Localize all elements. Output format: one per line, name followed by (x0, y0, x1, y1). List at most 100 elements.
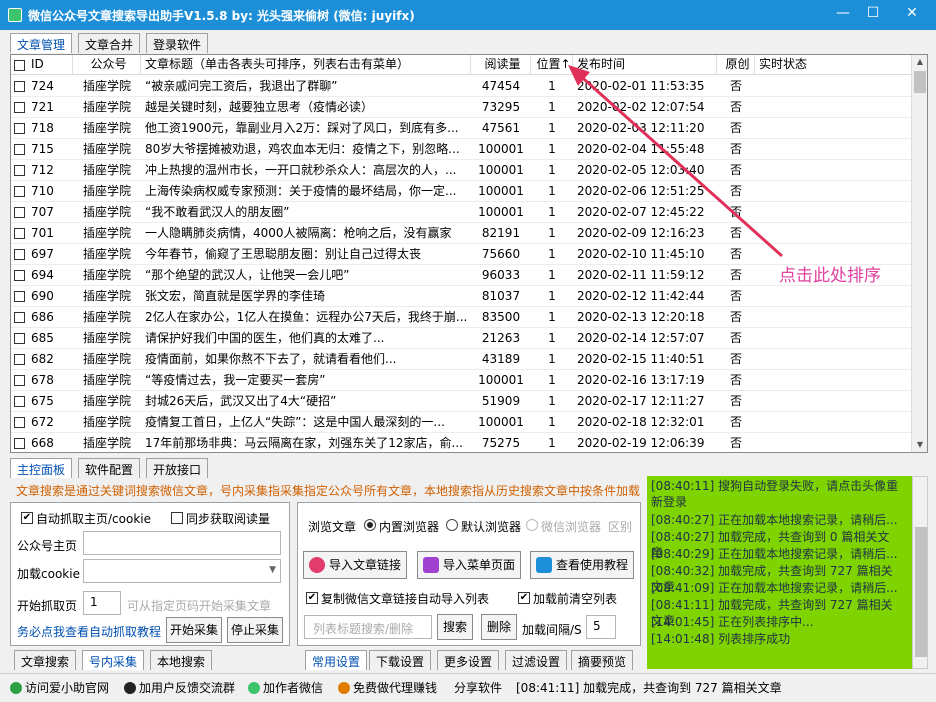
maximize-button[interactable]: ☐ (858, 0, 888, 28)
feedback-group-link[interactable]: 加用户反馈交流群 (124, 679, 235, 697)
table-row[interactable]: 690 插座学院 张文宏，简直就是医学界的李佳琦 81037 1 2020-02-12 1… (11, 286, 915, 307)
cell-time: 2020-02-18 12:32:01 (577, 415, 705, 429)
auto-import-checkbox[interactable]: ✔ (306, 592, 318, 604)
clear-before-checkbox[interactable]: ✔ (518, 592, 530, 604)
row-checkbox[interactable] (14, 102, 25, 113)
tab-download-settings[interactable]: 下载设置 (369, 650, 432, 670)
agent-link[interactable]: 免费做代理赚钱 (338, 679, 437, 697)
interval-input[interactable]: 5 (586, 615, 616, 639)
row-checkbox[interactable] (14, 207, 25, 218)
row-checkbox[interactable] (14, 228, 25, 239)
import-link-button[interactable]: 导入文章链接 (303, 551, 407, 579)
table-row[interactable]: 682 插座学院 疫情面前，如果你熬不下去了，就请看看他们... 43189 1 2020… (11, 349, 915, 370)
stop-crawl-button[interactable]: 停止采集 (227, 617, 283, 643)
table-row[interactable]: 675 插座学院 封城26天后，武汉又出了4大“硬招” 51909 1 2020-02-1… (11, 391, 915, 412)
row-checkbox[interactable] (14, 144, 25, 155)
col-id[interactable]: ID (11, 55, 73, 75)
tab-filter-settings[interactable]: 过滤设置 (505, 650, 568, 670)
cell-account: 插座学院 (82, 373, 131, 387)
chevron-down-icon[interactable]: ▼ (269, 565, 276, 575)
close-button[interactable]: ✕ (893, 0, 931, 28)
tab-article-search[interactable]: 文章搜索 (14, 650, 77, 670)
tab-more-settings[interactable]: 更多设置 (437, 650, 500, 670)
start-page-input[interactable]: 1 (83, 591, 121, 615)
cell-time: 2020-02-13 12:20:18 (577, 310, 705, 324)
tab-login-software[interactable]: 登录软件 (146, 33, 209, 53)
tab-software-config[interactable]: 软件配置 (78, 458, 141, 478)
row-checkbox[interactable] (14, 249, 25, 260)
wechat-browser-radio[interactable] (526, 519, 538, 531)
add-wechat-link[interactable]: 加作者微信 (248, 679, 323, 697)
tab-summary-preview[interactable]: 摘要预览 (571, 650, 634, 670)
row-checkbox[interactable] (14, 354, 25, 365)
log-scroll-thumb[interactable] (915, 527, 927, 657)
table-row[interactable]: 685 插座学院 请保护好我们中国的医生，他们真的太难了... 21263 1 2020-… (11, 328, 915, 349)
row-checkbox[interactable] (14, 375, 25, 386)
homepage-label: 公众号主页 (17, 539, 78, 553)
search-button[interactable]: 搜索 (437, 614, 473, 640)
tab-open-api[interactable]: 开放接口 (146, 458, 209, 478)
tutorial-button[interactable]: 查看使用教程 (530, 551, 634, 579)
tab-account-crawl[interactable]: 号内采集 (82, 650, 145, 670)
tab-local-search[interactable]: 本地搜索 (150, 650, 213, 670)
row-checkbox[interactable] (14, 270, 25, 281)
row-checkbox[interactable] (14, 165, 25, 176)
scroll-down-icon[interactable]: ▼ (912, 438, 927, 452)
log-scrollbar[interactable] (912, 476, 928, 669)
cell-time: 2020-02-12 11:42:44 (577, 289, 705, 303)
select-all-checkbox[interactable] (14, 60, 25, 71)
row-checkbox[interactable] (14, 333, 25, 344)
share-link[interactable]: 分享软件 (454, 679, 502, 697)
official-site-link[interactable]: 访问爱小助官网 (10, 679, 109, 697)
table-row[interactable]: 672 插座学院 疫情复工首日，上亿人“失踪”：这是中国人最深刻的一... 10000… (11, 412, 915, 433)
list-search-input[interactable]: 列表标题搜索/删除 (304, 615, 432, 639)
cell-title: “我不敢看武汉人的朋友圈” (145, 205, 290, 219)
minimize-button[interactable]: — (828, 0, 858, 28)
table-scrollbar[interactable]: ▲ ▼ (911, 55, 927, 452)
col-reads[interactable]: 阅读量 (471, 55, 531, 75)
cell-reads: 75275 (481, 436, 521, 450)
row-checkbox[interactable] (14, 291, 25, 302)
default-browser-radio[interactable] (446, 519, 458, 531)
delete-button[interactable]: 删除 (481, 614, 517, 640)
row-checkbox[interactable] (14, 396, 25, 407)
cell-account: 插座学院 (82, 79, 131, 93)
log-line: [08:41:09] 正在加载本地搜索记录，请稍后... (651, 581, 898, 595)
table-row[interactable]: 668 插座学院 17年前那场非典：马云隔离在家，刘强东关了12家店，俞... 752… (11, 433, 915, 452)
row-checkbox[interactable] (14, 123, 25, 134)
start-crawl-button[interactable]: 开始采集 (166, 617, 222, 643)
tab-article-manage[interactable]: 文章管理 (10, 33, 73, 53)
cell-pos: 1 (548, 394, 556, 408)
cell-reads: 51909 (481, 394, 521, 408)
row-checkbox[interactable] (14, 81, 25, 92)
col-account[interactable]: 公众号 (73, 55, 141, 75)
row-checkbox[interactable] (14, 186, 25, 197)
tab-main-panel[interactable]: 主控面板 (10, 458, 73, 478)
start-page-hint: 可从指定页码开始采集文章 (127, 599, 272, 613)
cell-id: 675 (31, 394, 54, 408)
tab-common-settings[interactable]: 常用设置 (305, 650, 368, 670)
cookie-input[interactable]: ▼ (83, 559, 281, 583)
auto-crawl-checkbox[interactable]: ✔ (21, 512, 33, 524)
row-checkbox[interactable] (14, 438, 25, 449)
tab-article-merge[interactable]: 文章合并 (78, 33, 141, 53)
row-checkbox[interactable] (14, 312, 25, 323)
scroll-up-icon[interactable]: ▲ (912, 55, 927, 69)
table-row[interactable]: 678 插座学院 “等疫情过去，我一定要买一套房” 100001 1 2020-02-16… (11, 370, 915, 391)
window-title: 微信公众号文章搜索导出助手V1.5.8 by: 光头强来偷树 (微信: juyi… (28, 9, 415, 23)
sync-reads-checkbox[interactable] (171, 512, 183, 524)
table-row[interactable]: 686 插座学院 2亿人在家办公，1亿人在摸鱼：远程办公7天后，我终于崩... 835… (11, 307, 915, 328)
col-title[interactable]: 文章标题（单击各表头可排序，列表右击有菜单） (141, 55, 471, 75)
scroll-thumb[interactable] (914, 71, 926, 93)
tutorial-link[interactable]: 务必点我查看自动抓取教程 (17, 623, 161, 640)
builtin-browser-radio[interactable] (364, 519, 376, 531)
row-checkbox[interactable] (14, 417, 25, 428)
cell-account: 插座学院 (82, 226, 131, 240)
import-menu-button[interactable]: 导入菜单页面 (417, 551, 521, 579)
app-icon (8, 8, 22, 22)
homepage-input[interactable] (83, 531, 281, 555)
cell-id: 672 (31, 415, 54, 429)
cell-id: 686 (31, 310, 54, 324)
cell-orig: 否 (729, 436, 742, 450)
notice-text: 文章搜索是通过关键词搜索微信文章，号内采集指采集指定公众号所有文章，本地搜索指从… (16, 484, 641, 498)
